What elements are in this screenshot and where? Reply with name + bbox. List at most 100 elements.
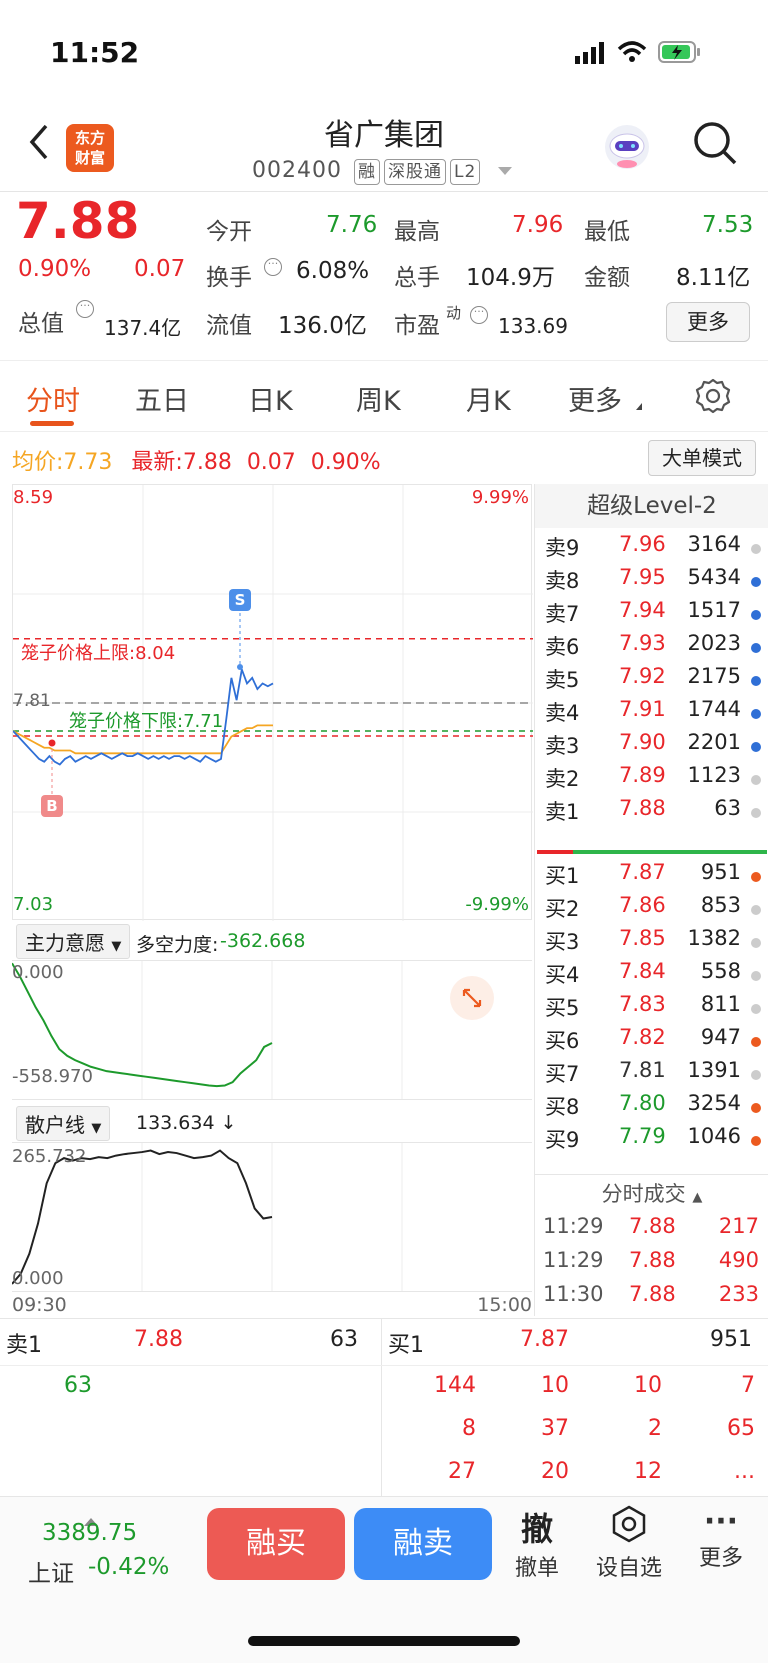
queue-bid-order: 8 [462,1416,476,1441]
order-dot-icon [751,775,761,785]
cancel-order-button[interactable]: 撤 撤单 [510,1504,564,1582]
ask-row[interactable]: 卖3 7.90 2201 [535,730,768,764]
order-dot-icon [751,1103,761,1113]
tag-margin: 融 [353,159,380,185]
mcap-value: 137.4亿 [104,316,182,340]
ask-volume: 1744 [687,697,741,721]
status-time: 11:52 [50,36,140,69]
tab-more[interactable]: 更多 [568,379,622,418]
ask-level: 卖9 [545,536,580,560]
queue-bid-order: 20 [541,1459,569,1484]
pct-bottom-label: -9.99% [465,894,529,915]
bid-row[interactable]: 买8 7.80 3254 [535,1091,768,1125]
x-start-label: 09:30 [12,1294,67,1316]
order-book: 超级Level-2 卖9 7.96 3164 卖8 7.95 5434 卖7 7.94 1517… [534,484,768,1316]
more-dots-icon: ··· [703,1504,739,1539]
bid-price: 7.80 [619,1091,666,1115]
mcap-label: 总值 [18,311,64,337]
tab-daily-k[interactable]: 日K [248,379,293,418]
index-name[interactable]: 上证 [28,1554,74,1588]
bid-row[interactable]: 买4 7.84 558 [535,959,768,993]
bid-row[interactable]: 买9 7.79 1046 [535,1124,768,1158]
ask-row[interactable]: 卖2 7.89 1123 [535,763,768,797]
volume-label: 总手 [394,265,440,291]
tab-intraday[interactable]: 分时 [26,379,80,418]
tab-weekly-k[interactable]: 周K [356,379,401,418]
change-pct: 0.90% [18,256,92,282]
queue-bid-order: 7 [741,1373,755,1398]
ask-volume: 2023 [687,631,741,655]
dropdown-caret-icon[interactable] [498,167,513,175]
retail-line-select[interactable]: 散户线 ▼ [16,1106,111,1141]
ask-level: 卖3 [545,734,580,758]
settings-icon[interactable] [694,377,732,419]
bid-level: 买9 [545,1128,580,1152]
trade-price: 7.88 [629,1282,676,1306]
signal-icon [575,42,609,68]
add-watchlist-button[interactable]: 设自选 [592,1504,666,1582]
info-icon[interactable]: ··· [264,258,282,276]
main-force-select[interactable]: 主力意愿 ▼ [16,924,131,959]
ask-row[interactable]: 卖1 7.88 63 [535,796,768,830]
bid-row[interactable]: 买5 7.83 811 [535,992,768,1026]
tab-five-day[interactable]: 五日 [135,379,189,418]
index-pct[interactable]: -0.42% [88,1554,169,1580]
stock-code-row: 002400 融深股通 L2 [252,158,513,185]
sub2-y-top: 265.732 [12,1146,87,1167]
ask-price: 7.95 [619,565,666,589]
home-indicator [248,1636,520,1646]
ask-price: 7.91 [619,697,666,721]
ask-row[interactable]: 卖6 7.93 2023 [535,631,768,665]
trades-title[interactable]: 分时成交 ▲ [535,1178,768,1208]
ask-row[interactable]: 卖7 7.94 1517 [535,598,768,632]
queue-ask-order: 63 [64,1373,92,1398]
tab-monthly-k[interactable]: 月K [466,379,511,418]
queue-ask-volume: 63 [330,1327,358,1352]
margin-buy-button[interactable]: 融买 [207,1508,345,1580]
bid-row[interactable]: 买1 7.87 951 [535,860,768,894]
bid-row[interactable]: 买2 7.86 853 [535,893,768,927]
trade-row: 11:29 7.88 217 [535,1214,768,1250]
more-toolbar-button[interactable]: ··· 更多 [692,1504,750,1572]
expand-icon[interactable] [450,976,494,1020]
avg-label: 均价: [12,450,64,475]
intraday-chart[interactable]: 8.59 9.99% 7.03 -9.99% 7.81 笼子价格上限:8.04 … [12,484,533,921]
info-icon[interactable]: ··· [76,300,94,318]
more-quote-button[interactable]: 更多 [666,302,750,342]
order-queue: 卖1 7.88 63 买1 7.87 951 63 144 10 10 7 8 37 2 65… [0,1318,768,1497]
trade-price: 7.88 [629,1214,676,1238]
float-label: 流值 [206,313,252,339]
ask-price: 7.90 [619,730,666,754]
tag-connect: 深股通 [383,159,446,185]
float-value: 136.0亿 [278,313,367,339]
sub1-y-bottom: -558.970 [12,1066,93,1087]
bid-row[interactable]: 买7 7.81 1391 [535,1058,768,1092]
order-dot-icon [751,1037,761,1047]
trade-time: 11:30 [543,1282,604,1306]
ask-row[interactable]: 卖8 7.95 5434 [535,565,768,599]
ask-row[interactable]: 卖5 7.92 2175 [535,664,768,698]
bid-row[interactable]: 买3 7.85 1382 [535,926,768,960]
retail-line-panel: 散户线 ▼ 133.634 ↓ 265.732 0.000 09:30 15:0… [12,1104,532,1316]
trade-row: 11:30 7.88 233 [535,1282,768,1318]
queue-ask-price: 7.88 [134,1327,183,1352]
queue-bid-order: 12 [634,1459,662,1484]
bid-row[interactable]: 买6 7.82 947 [535,1025,768,1059]
ask-row[interactable]: 卖4 7.91 1744 [535,697,768,731]
tab-active-indicator [30,421,74,426]
turnover-label: 换手 [206,265,252,291]
index-value[interactable]: 3389.75 [42,1520,137,1546]
sub2-y-bottom: 0.000 [12,1268,64,1289]
bid-volume: 3254 [687,1091,741,1115]
info-icon[interactable]: ··· [470,306,488,324]
ask-row[interactable]: 卖9 7.96 3164 [535,532,768,566]
margin-sell-button[interactable]: 融卖 [354,1508,492,1580]
sell-marker: S [229,589,251,611]
ask-level: 卖1 [545,800,580,824]
more-caret-icon [636,403,642,410]
ask-level: 卖2 [545,767,580,791]
last-pct: 0.90% [310,450,381,475]
big-order-mode-button[interactable]: 大单模式 [648,440,756,476]
order-dot-icon [751,1004,761,1014]
ask-price: 7.88 [619,796,666,820]
